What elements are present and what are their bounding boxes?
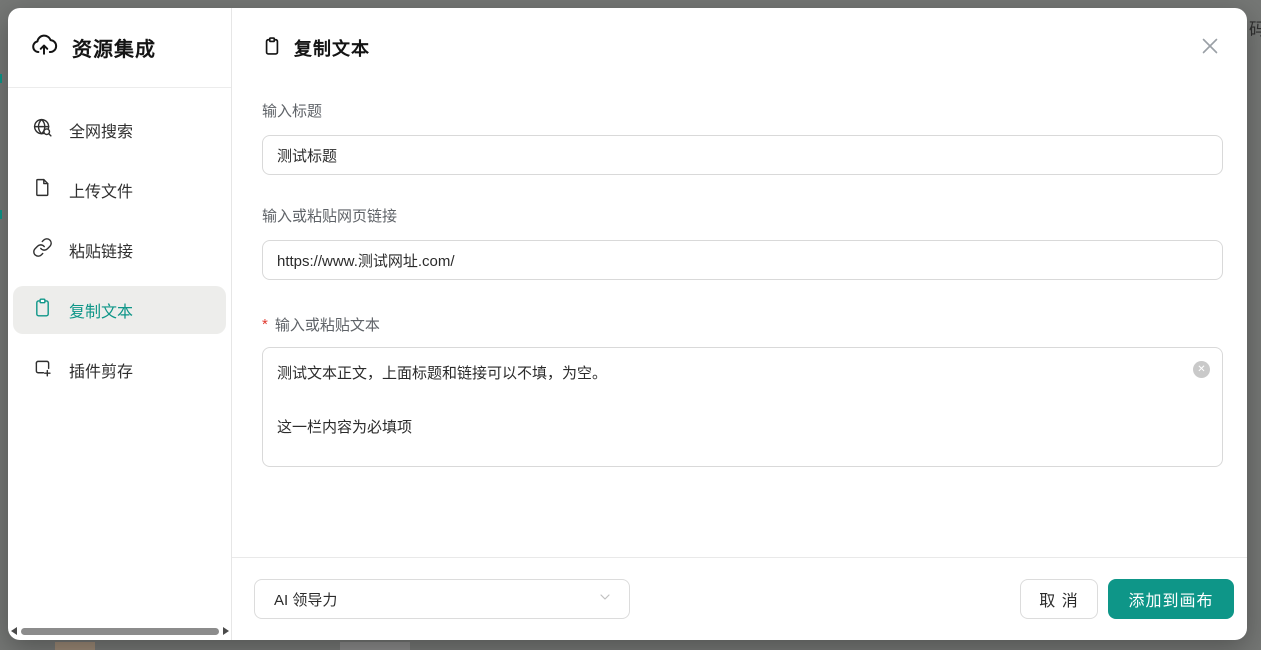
background-clipped-text: 码 [1249,20,1261,39]
sidebar-item-web-search[interactable]: 全网搜索 [13,106,226,154]
knowledge-base-select-value: AI 领导力 [274,589,337,610]
content-field-label: * 输入或粘贴文本 [262,314,1223,335]
background-artifact [340,642,410,650]
file-icon [32,177,53,203]
clear-icon: ✕ [1197,365,1205,375]
scroll-left-arrow-icon[interactable] [11,627,17,635]
title-field-label: 输入标题 [262,100,1223,121]
sidebar-item-label: 全网搜索 [69,118,133,142]
url-input[interactable] [262,240,1223,280]
cloud-upload-icon [30,31,58,64]
resource-integration-dialog: 资源集成 全网搜索 [8,8,1247,640]
footer-buttons: 取 消 添加到画布 [1020,579,1234,619]
content-textarea[interactable]: 测试文本正文，上面标题和链接可以不填，为空。 这一栏内容为必填项 [262,347,1223,467]
screen: { "background": { "clipped_text": "码" },… [0,0,1261,650]
scroll-right-arrow-icon[interactable] [223,627,229,635]
sidebar-item-paste-link[interactable]: 粘贴链接 [13,226,226,274]
background-artifact [55,642,95,650]
sidebar-item-copy-text[interactable]: 复制文本 [13,286,226,334]
chevron-down-icon [597,589,613,609]
content-field-label-text: 输入或粘贴文本 [275,314,380,335]
panel-title: 复制文本 [294,35,370,61]
close-icon [1198,34,1222,63]
clear-text-button[interactable]: ✕ [1193,361,1210,378]
globe-search-icon [32,117,53,143]
title-input[interactable] [262,135,1223,175]
background-artifact [0,74,2,83]
sidebar-item-upload-file[interactable]: 上传文件 [13,166,226,214]
required-asterisk: * [262,316,268,333]
sidebar-item-label: 上传文件 [69,178,133,202]
sidebar: 资源集成 全网搜索 [8,8,232,640]
add-to-canvas-button[interactable]: 添加到画布 [1108,579,1234,619]
content-textarea-wrap: 测试文本正文，上面标题和链接可以不填，为空。 这一栏内容为必填项 ✕ [262,347,1223,467]
clipboard-icon [32,297,53,323]
clipboard-icon [262,36,282,61]
sidebar-header: 资源集成 [8,8,231,88]
sidebar-item-label: 粘贴链接 [69,238,133,262]
panel-footer: AI 领导力 取 消 添加到画布 [232,557,1247,640]
copy-text-panel: 复制文本 输入标题 输入或粘贴网页链接 * 输入或粘贴文本 测试文本正文，上面标… [232,8,1247,640]
background-artifact [0,210,2,219]
cancel-button[interactable]: 取 消 [1020,579,1098,619]
horizontal-scrollbar[interactable] [8,626,232,636]
clip-save-icon [32,357,53,383]
sidebar-nav: 全网搜索 上传文件 粘贴链接 [8,88,231,394]
knowledge-base-select[interactable]: AI 领导力 [254,579,630,619]
url-field-label: 输入或粘贴网页链接 [262,205,1223,226]
sidebar-item-plugin-clip[interactable]: 插件剪存 [13,346,226,394]
app-title: 资源集成 [72,33,156,62]
sidebar-item-label: 复制文本 [69,298,133,322]
sidebar-item-label: 插件剪存 [69,358,133,382]
link-icon [32,237,53,263]
scrollbar-thumb[interactable] [21,628,219,635]
copy-text-form: 输入标题 输入或粘贴网页链接 * 输入或粘贴文本 测试文本正文，上面标题和链接可… [232,62,1247,467]
close-button[interactable] [1197,35,1223,61]
panel-header: 复制文本 [232,8,1247,62]
